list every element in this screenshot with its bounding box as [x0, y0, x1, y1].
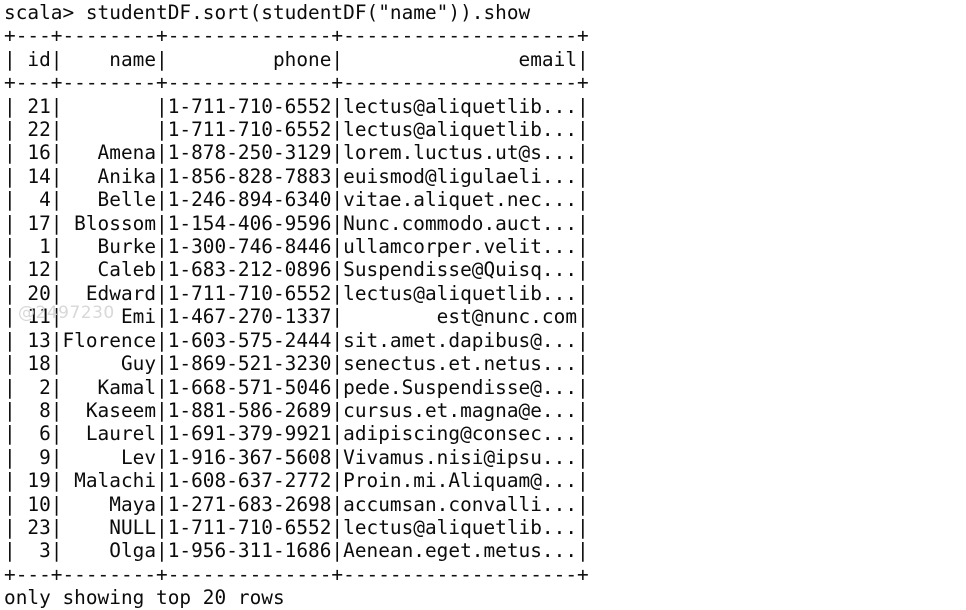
table-row: | 6| Laurel|1-691-379-9921|adipiscing@co…: [4, 422, 589, 446]
table-row: | 17| Blossom|1-154-406-9596|Nunc.commod…: [4, 211, 589, 235]
table-row: | 19| Malachi|1-608-637-2772|Proin.mi.Al…: [4, 469, 589, 493]
table-header-row: | id| name| phone| email|: [4, 47, 589, 71]
table-top-border: +---+--------+--------------+-----------…: [4, 24, 589, 48]
table-row: | 14| Anika|1-856-828-7883|euismod@ligul…: [4, 164, 589, 188]
table-row: | 16| Amena|1-878-250-3129|lorem.luctus.…: [4, 141, 589, 165]
table-row: | 23| NULL|1-711-710-6552|lectus@aliquet…: [4, 515, 589, 539]
table-row: | 21| |1-711-710-6552|lectus@aliquetlib.…: [4, 94, 589, 118]
table-row: | 4| Belle|1-246-894-6340|vitae.aliquet.…: [4, 188, 589, 212]
table-bottom-border: +---+--------+--------------+-----------…: [4, 562, 589, 586]
table-row: | 13|Florence|1-603-575-2444|sit.amet.da…: [4, 328, 589, 352]
table-row: | 18| Guy|1-869-521-3230|senectus.et.net…: [4, 352, 589, 376]
row-limit-notice: only showing top 20 rows: [4, 586, 285, 610]
table-row: | 22| |1-711-710-6552|lectus@aliquetlib.…: [4, 118, 589, 142]
table-row: | 2| Kamal|1-668-571-5046|pede.Suspendis…: [4, 375, 589, 399]
table-row: | 11| Emi|1-467-270-1337| est@nunc.com|: [4, 305, 589, 329]
terminal-output: scala> studentDF.sort(studentDF("name"))…: [0, 0, 966, 610]
table-row: | 1| Burke|1-300-746-8446|ullamcorper.ve…: [4, 235, 589, 259]
table-body: | 21| |1-711-710-6552|lectus@aliquetlib.…: [0, 95, 966, 563]
table-row: | 12| Caleb|1-683-212-0896|Suspendisse@Q…: [4, 258, 589, 282]
table-row: | 20| Edward|1-711-710-6552|lectus@aliqu…: [4, 281, 589, 305]
table-row: | 9| Lev|1-916-367-5608|Vivamus.nisi@ips…: [4, 445, 589, 469]
table-row: | 8| Kaseem|1-881-586-2689|cursus.et.mag…: [4, 398, 589, 422]
scala-prompt-line: scala> studentDF.sort(studentDF("name"))…: [4, 1, 531, 24]
table-row: | 10| Maya|1-271-683-2698|accumsan.conva…: [4, 492, 589, 516]
table-row: | 3| Olga|1-956-311-1686|Aenean.eget.met…: [4, 539, 589, 563]
table-header-border: +---+--------+--------------+-----------…: [4, 71, 589, 95]
